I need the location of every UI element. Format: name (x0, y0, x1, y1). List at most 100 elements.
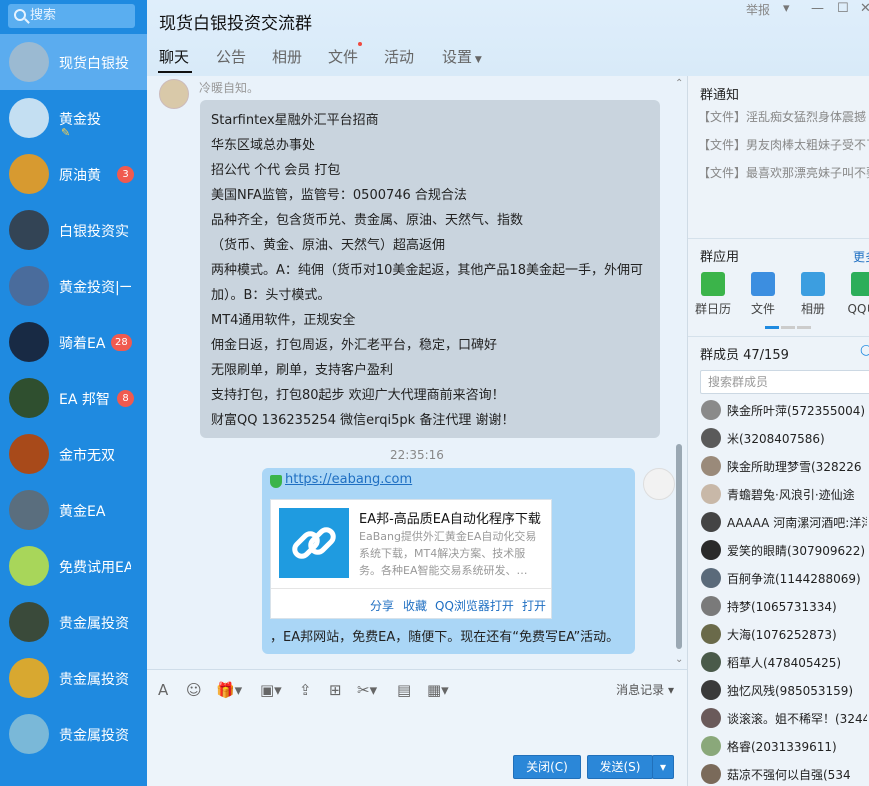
message-line: 美国NFA监管，监管号：0500746 合规合法 (211, 188, 467, 203)
message-history-button[interactable]: 消息记录 ▾ (616, 681, 674, 698)
conversation-item[interactable]: 骑着EA 28 (0, 314, 147, 370)
favorite-link[interactable]: 收藏 (403, 597, 427, 614)
scissors-icon[interactable]: ✂▾ (357, 681, 377, 699)
report-button[interactable]: 举报 (746, 1, 770, 18)
conversation-avatar (9, 602, 49, 642)
tab-activity[interactable]: 活动 (384, 46, 414, 67)
member-name: 爱笑的眼睛(307909622) (727, 544, 866, 558)
member-item[interactable]: 青蟾碧兔·风浪引·迹仙途 (700, 480, 869, 508)
member-item[interactable]: 大海(1076252873) (700, 620, 869, 648)
conversation-item[interactable]: 原油黄 3 (0, 146, 147, 202)
chat-scrollbar[interactable] (676, 444, 682, 649)
share-link[interactable]: 分享 (370, 597, 394, 614)
close-window-icon[interactable]: ✕ (860, 1, 869, 16)
search-input[interactable]: 搜索 (8, 4, 135, 28)
conversation-item[interactable]: 金市无双 (0, 426, 147, 482)
gift-icon[interactable]: 🎁▾ (216, 681, 242, 699)
app-album[interactable]: 相册 (788, 272, 838, 317)
member-item[interactable]: AAAAA 河南漯河酒吧:洋洋( (700, 508, 869, 536)
member-search-icon[interactable]: ○ (860, 342, 869, 358)
notice-item[interactable]: 【文件】最喜欢那漂亮妹子叫不要 (698, 164, 869, 181)
member-avatar (701, 764, 721, 784)
member-avatar (701, 512, 721, 532)
shake-icon[interactable]: ▤ (397, 681, 411, 699)
member-avatar (701, 568, 721, 588)
conversation-item[interactable]: 贵金属投资 (0, 706, 147, 762)
conversation-item[interactable]: 白银投资实 (0, 202, 147, 258)
image-icon[interactable]: ▣▾ (260, 681, 282, 699)
my-avatar[interactable] (643, 468, 675, 500)
sender-avatar[interactable] (159, 79, 189, 109)
member-item[interactable]: 稻草人(478405425) (700, 648, 869, 676)
dropdown-icon[interactable]: ▾ (783, 1, 790, 16)
member-avatar (701, 400, 721, 420)
message-line: MT4通用软件，正规安全 (211, 313, 356, 328)
tab-chat[interactable]: 聊天 (159, 46, 189, 67)
conversation-item[interactable]: 贵金属投资 (0, 594, 147, 650)
more-icon[interactable]: ▦▾ (427, 681, 449, 699)
conversation-item[interactable]: 黄金EA (0, 482, 147, 538)
open-link[interactable]: 打开 (522, 597, 546, 614)
member-item[interactable]: 陕金所助理梦雪(328226 (700, 452, 869, 480)
chat-area[interactable]: 冷暖自知。 Starfintex星融外汇平台招商 华东区域总办事处 招公代 个代 会… (147, 76, 687, 669)
font-icon[interactable]: A (158, 681, 168, 699)
notice-item[interactable]: 【文件】男友肉棒太粗妹子受不了 (698, 136, 869, 153)
message-link[interactable]: https://eabang.com (285, 472, 412, 487)
conversation-item[interactable]: EA 邦智 8 (0, 370, 147, 426)
conversation-item[interactable]: 免费试用EA (0, 538, 147, 594)
upload-icon[interactable]: ⇪ (299, 681, 312, 699)
member-avatar (701, 680, 721, 700)
minimize-icon[interactable]: — (811, 1, 824, 16)
open-in-qq-browser-link[interactable]: QQ浏览器打开 (435, 597, 514, 614)
scroll-down-icon[interactable]: ⌄ (675, 654, 683, 665)
app-calendar[interactable]: 群日历 (688, 272, 738, 317)
scroll-up-icon[interactable]: ⌃ (675, 78, 683, 89)
member-name: AAAAA 河南漯河酒吧:洋洋( (727, 516, 867, 530)
member-avatar (701, 708, 721, 728)
phone-icon (851, 272, 869, 296)
send-options-icon[interactable]: ▾ (652, 755, 674, 779)
close-button[interactable]: 关闭(C) (513, 755, 581, 779)
member-item[interactable]: 爱笑的眼睛(307909622) (700, 536, 869, 564)
conversation-item[interactable]: 贵金属投资 (0, 650, 147, 706)
conversation-avatar (9, 266, 49, 306)
member-item[interactable]: 独忆风残(985053159) (700, 676, 869, 704)
member-item[interactable]: 谈滚滚。姐不稀罕！(32448 (700, 704, 869, 732)
apps-pager[interactable] (765, 326, 811, 329)
message-input[interactable]: 关闭(C) 发送(S) ▾ (147, 709, 687, 786)
tab-album[interactable]: 相册 (272, 46, 302, 67)
conversation-item[interactable]: 黄金投资|一 (0, 258, 147, 314)
notice-item[interactable]: 【文件】淫乱痴女猛烈身体震撼（ (698, 108, 869, 125)
member-name: 米(3208407586) (727, 432, 825, 446)
conversation-name: 金市无双 (59, 448, 115, 464)
calendar-icon (701, 272, 725, 296)
member-item[interactable]: 米(3208407586) (700, 424, 869, 452)
maximize-icon[interactable]: ☐ (837, 1, 849, 16)
app-qq-phone[interactable]: QQ电 (838, 272, 869, 317)
link-preview-card[interactable]: EA邦-高品质EA自动化程序下载 EaBang提供外汇黄金EA自动化交易系统下载… (270, 499, 552, 619)
member-item[interactable]: 格睿(2031339611) (700, 732, 869, 760)
message-line: 招公代 个代 会员 打包 (211, 163, 341, 178)
member-item[interactable]: 百舸争流(1144288069) (700, 564, 869, 592)
member-item[interactable]: 菇凉不强何以自强(534 (700, 760, 869, 786)
app-files[interactable]: 文件 (738, 272, 788, 317)
tab-settings[interactable]: 设置 ▼ (442, 46, 482, 67)
member-search-input[interactable]: 搜索群成员 (700, 370, 869, 394)
member-avatar (701, 736, 721, 756)
conversation-item[interactable]: 现货白银投 (0, 34, 147, 90)
member-item[interactable]: 持梦(1065731334) (700, 592, 869, 620)
sender-name: 冷暖自知。 (199, 81, 260, 95)
member-item[interactable]: 陕金所叶萍(572355004) (700, 396, 869, 424)
tab-files[interactable]: 文件 (328, 46, 358, 67)
apps-more-link[interactable]: 更多 (853, 248, 869, 265)
screenshot-icon[interactable]: ⊞ (329, 681, 342, 699)
send-button[interactable]: 发送(S) (587, 755, 653, 779)
member-name: 菇凉不强何以自强(534 (727, 768, 851, 782)
link-chain-icon (279, 508, 349, 578)
conversation-item[interactable]: 黄金投 ✎ (0, 90, 147, 146)
apps-title: 群应用 (700, 250, 740, 265)
message-line: 两种模式。A：纯佣（货币对10美金起返，其他产品18美金起一手，外佣可 (211, 263, 643, 278)
tab-announcement[interactable]: 公告 (216, 46, 246, 67)
emoji-icon[interactable]: ☺ (186, 681, 202, 699)
conversation-avatar (9, 658, 49, 698)
